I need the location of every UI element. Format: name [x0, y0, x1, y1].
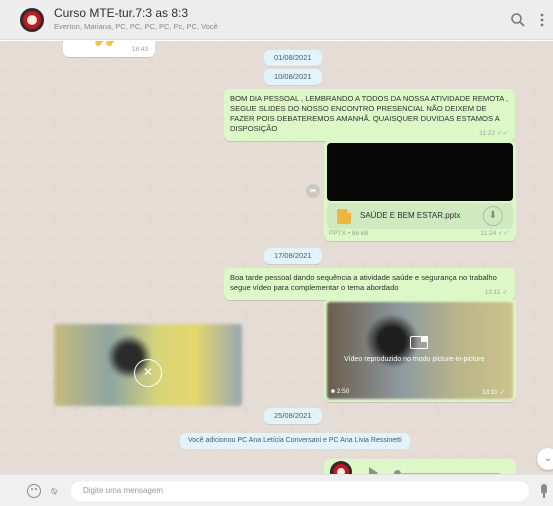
message-time: 18:43: [131, 46, 148, 53]
audio-sender-avatar: [330, 461, 352, 474]
date-separator: 17/08/2021: [264, 248, 322, 264]
scroll-down-button[interactable]: ⌄: [537, 448, 553, 470]
outgoing-message[interactable]: Boa tarde pessoal dando sequência a ativ…: [224, 268, 515, 300]
forward-icon[interactable]: ➦: [306, 184, 320, 198]
group-avatar[interactable]: [20, 8, 44, 32]
picture-in-picture-icon: [410, 336, 428, 349]
message-text: Boa tarde pessoal dando sequência a ativ…: [230, 273, 497, 292]
group-participants[interactable]: Everton, Mariana, PC, PC, PC, PC, Pc, PC…: [54, 22, 218, 31]
video-thumbnail[interactable]: [327, 302, 513, 399]
read-check-icon: ✓✓: [497, 130, 508, 137]
message-input[interactable]: Digite uma mensagem: [71, 481, 529, 501]
message-composer: ⌽ Digite uma mensagem: [0, 474, 553, 506]
outgoing-file-message[interactable]: SAÚDE E BEM ESTAR.pptx ⬇ PPTX • 86 kB 11…: [324, 140, 516, 241]
microphone-icon[interactable]: [541, 484, 547, 498]
incoming-message-partial[interactable]: ✋✋ 18:43: [63, 41, 155, 57]
play-icon[interactable]: [369, 467, 378, 474]
system-message: Você adicionou PC Ana Letícia Conversani…: [180, 433, 410, 449]
pptx-file-icon: [337, 209, 351, 224]
file-info: PPTX • 86 kB: [329, 230, 369, 237]
message-text: BOM DIA PESSOAL , LEMBRANDO A TODOS DA N…: [230, 94, 509, 133]
message-meta: 13:11 ✓: [484, 289, 508, 296]
chat-header[interactable]: Curso MTE-tur.7:3 as 8:3 Everton, Marian…: [0, 0, 553, 40]
search-icon[interactable]: [510, 12, 526, 28]
outgoing-message[interactable]: BOM DIA PESSOAL , LEMBRANDO A TODOS DA N…: [224, 89, 515, 141]
chat-messages-area[interactable]: ✋✋ 18:43 01/08/2021 10/08/2021 BOM DIA P…: [0, 41, 553, 474]
message-meta: 11:22 ✓✓: [479, 130, 508, 137]
read-check-icon: ✓✓: [498, 230, 509, 237]
outgoing-video-message[interactable]: Vídeo reproduzido no modo picture-in-pic…: [324, 299, 516, 402]
date-separator: 10/08/2021: [264, 69, 322, 85]
outgoing-audio-message[interactable]: [324, 459, 516, 474]
close-icon[interactable]: ✕: [134, 359, 162, 387]
file-preview[interactable]: [327, 143, 513, 201]
message-meta: 11:24 ✓✓: [480, 230, 509, 237]
file-name: SAÚDE E BEM ESTAR.pptx: [360, 211, 461, 220]
group-title[interactable]: Curso MTE-tur.7:3 as 8:3: [54, 6, 188, 20]
pip-status-text: Vídeo reproduzido no modo picture-in-pic…: [344, 356, 485, 363]
download-icon[interactable]: ⬇: [483, 206, 503, 226]
menu-icon[interactable]: [538, 12, 546, 28]
sent-check-icon: ✓: [502, 289, 508, 296]
date-separator: 01/08/2021: [264, 50, 322, 66]
date-separator: 25/08/2021: [264, 408, 322, 424]
attach-clip-icon[interactable]: ⌽: [47, 482, 62, 500]
whatsapp-chat-window: Curso MTE-tur.7:3 as 8:3 Everton, Marian…: [0, 0, 553, 506]
emoji-icon[interactable]: [27, 484, 41, 498]
file-attachment[interactable]: SAÚDE E BEM ESTAR.pptx ⬇: [327, 203, 513, 229]
hands-emoji-icon: ✋✋: [93, 41, 116, 46]
video-time: 13:11 ✓: [482, 389, 506, 396]
video-duration: ■ 2:50: [331, 388, 350, 395]
